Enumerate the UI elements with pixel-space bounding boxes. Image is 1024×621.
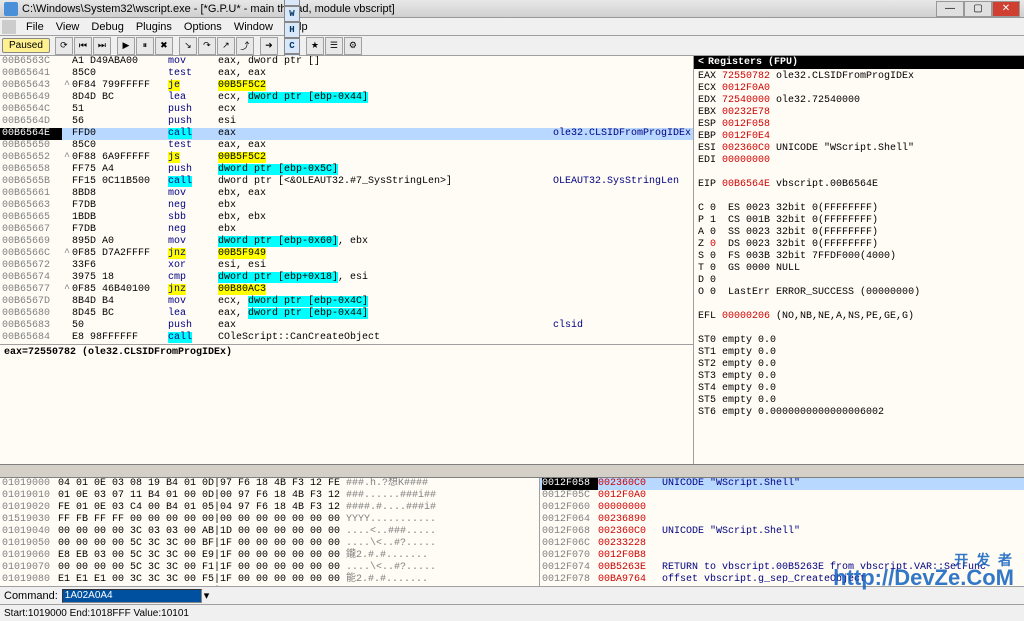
- disasm-row[interactable]: 00B6567D 8B4D B4 mov ecx, dword ptr [ebp…: [0, 296, 693, 308]
- disasm-row[interactable]: 00B65677 ^ 0F85 46B40100 jnz 00B80AC3: [0, 284, 693, 296]
- dropdown-icon[interactable]: ▾: [204, 589, 210, 602]
- stack-pane[interactable]: 0012F058 002360C0 UNICODE "WScript.Shell…: [540, 478, 1024, 586]
- forward-icon[interactable]: ⏭: [93, 37, 111, 55]
- registers-pane[interactable]: <Registers (FPU) EAX 72550782 ole32.CLSI…: [694, 56, 1024, 464]
- disasm-row[interactable]: 00B65652 ^ 0F88 6A9FFFFF js 00B5F5C2: [0, 152, 693, 164]
- star-icon[interactable]: ★: [306, 37, 324, 55]
- main-area: 00B6563C A1 D49ABA00 mov eax, dword ptr …: [0, 56, 1024, 464]
- disasm-row[interactable]: 00B65641 85C0 test eax, eax: [0, 68, 693, 80]
- disasm-row[interactable]: 00B65661 8BD8 mov ebx, eax: [0, 188, 693, 200]
- command-label: Command:: [4, 590, 58, 602]
- menu-bar: FileViewDebugPluginsOptionsWindowHelp: [0, 18, 1024, 36]
- stop-icon[interactable]: ✖: [155, 37, 173, 55]
- disasm-row[interactable]: 00B65658 FF75 A4 push dword ptr [ebp-0x5…: [0, 164, 693, 176]
- menu-window[interactable]: Window: [228, 21, 279, 33]
- title-bar: C:\Windows\System32\wscript.exe - [*G.P.…: [0, 0, 1024, 18]
- command-bar: Command: ▾: [0, 586, 1024, 604]
- tb-view-W[interactable]: W: [284, 6, 300, 22]
- stack-row[interactable]: 0012F05C 0012F0A0: [540, 490, 1024, 502]
- goto-icon[interactable]: ➜: [260, 37, 278, 55]
- disasm-row[interactable]: 00B65650 85C0 test eax, eax: [0, 140, 693, 152]
- stack-row[interactable]: 0012F058 002360C0 UNICODE "WScript.Shell…: [540, 478, 1024, 490]
- menu-options[interactable]: Options: [178, 21, 228, 33]
- disasm-row[interactable]: 00B6566C ^ 0F85 D7A2FFFF jnz 00B5F949: [0, 248, 693, 260]
- disasm-row[interactable]: 00B65669 895D A0 mov dword ptr [ebp-0x60…: [0, 236, 693, 248]
- mdi-icon: [2, 20, 16, 34]
- toolbar: Paused ⟳ ⏮ ⏭ ▶ ⏸ ✖ ↘ ↷ ↗ ⤴ ➜ LEMTWHC/KBR…: [0, 36, 1024, 56]
- maximize-button[interactable]: ▢: [964, 1, 992, 17]
- disasm-row[interactable]: 00B6564C 51 push ecx: [0, 104, 693, 116]
- disasm-row[interactable]: 00B65680 8D45 BC lea eax, dword ptr [ebp…: [0, 308, 693, 320]
- debug-status: Paused: [2, 38, 50, 53]
- status-text: Start:1019000 End:1018FFF Value:10101: [4, 608, 189, 619]
- menu-view[interactable]: View: [50, 21, 86, 33]
- disasm-row[interactable]: 00B65665 1BDB sbb ebx, ebx: [0, 212, 693, 224]
- stack-row[interactable]: 0012F06C 00233228: [540, 538, 1024, 550]
- disasm-row[interactable]: 00B65667 F7DB neg ebx: [0, 224, 693, 236]
- hex-row[interactable]: 0101900004 01 0E 03 08 19 B4 01 0D|97 F6…: [0, 478, 539, 490]
- disasm-row[interactable]: 00B6564D 56 push esi: [0, 116, 693, 128]
- restart-icon[interactable]: ⟳: [55, 37, 73, 55]
- minimize-button[interactable]: —: [936, 1, 964, 17]
- info-line: eax=72550782 (ole32.CLSIDFromProgIDEx): [0, 344, 693, 358]
- disasm-row[interactable]: 00B65684 E8 98FFFFFF call COleScript::Ca…: [0, 332, 693, 344]
- close-button[interactable]: ✕: [992, 1, 1020, 17]
- command-input[interactable]: [62, 589, 202, 603]
- stepout-icon[interactable]: ↗: [217, 37, 235, 55]
- hex-dump-pane[interactable]: 0101900004 01 0E 03 08 19 B4 01 0D|97 F6…: [0, 478, 540, 586]
- hex-row[interactable]: 01519030FF FB FF FF 00 00 00 00 00|00 00…: [0, 514, 539, 526]
- tb-view-H[interactable]: H: [284, 22, 300, 38]
- hex-row[interactable]: 0101901001 0E 03 07 11 B4 01 00 0D|00 97…: [0, 490, 539, 502]
- stack-row[interactable]: 0012F078 00BA9764 offset vbscript.g_sep_…: [540, 574, 1024, 586]
- disasm-row[interactable]: 00B65649 8D4D BC lea ecx, dword ptr [ebp…: [0, 92, 693, 104]
- hex-row[interactable]: 0101904000 00 00 00 3C 03 03 00 AB|1D 00…: [0, 526, 539, 538]
- menu-plugins[interactable]: Plugins: [130, 21, 178, 33]
- hex-row[interactable]: 01019060E8 EB 03 00 5C 3C 3C 00 E9|1F 00…: [0, 550, 539, 562]
- window-controls: — ▢ ✕: [936, 1, 1020, 17]
- ret-icon[interactable]: ⤴: [236, 37, 254, 55]
- disassembly-pane[interactable]: 00B6563C A1 D49ABA00 mov eax, dword ptr …: [0, 56, 694, 464]
- stack-row[interactable]: 0012F064 00236890: [540, 514, 1024, 526]
- hex-row[interactable]: 0101907000 00 00 00 5C 3C 3C 00 F1|1F 00…: [0, 562, 539, 574]
- tb-view-C[interactable]: C: [284, 38, 300, 54]
- hex-row[interactable]: 01019020FE 01 0E 03 C4 00 B4 01 05|04 97…: [0, 502, 539, 514]
- hex-row[interactable]: 0101905000 00 00 00 5C 3C 3C 00 BF|1F 00…: [0, 538, 539, 550]
- splitter-h[interactable]: [0, 464, 1024, 478]
- chevron-left-icon: <: [698, 57, 704, 68]
- hex-row[interactable]: 01019080E1 E1 E1 00 3C 3C 3C 00 F5|1F 00…: [0, 574, 539, 586]
- play-icon[interactable]: ▶: [117, 37, 135, 55]
- list-icon[interactable]: ☰: [325, 37, 343, 55]
- menu-file[interactable]: File: [20, 21, 50, 33]
- disasm-row[interactable]: 00B65674 3975 18 cmp dword ptr [ebp+0x18…: [0, 272, 693, 284]
- disasm-row[interactable]: 00B65672 33F6 xor esi, esi: [0, 260, 693, 272]
- stack-row[interactable]: 0012F070 0012F0B8: [540, 550, 1024, 562]
- registers-header[interactable]: <Registers (FPU): [694, 56, 1024, 69]
- disasm-row[interactable]: 00B6564E FFD0 call eax ole32.CLSIDFromPr…: [0, 128, 693, 140]
- disasm-row[interactable]: 00B6565B FF15 0C11B500 call dword ptr [<…: [0, 176, 693, 188]
- menu-debug[interactable]: Debug: [85, 21, 129, 33]
- rewind-icon[interactable]: ⏮: [74, 37, 92, 55]
- stack-row[interactable]: 0012F060 00000000: [540, 502, 1024, 514]
- bottom-panes: 0101900004 01 0E 03 08 19 B4 01 0D|97 F6…: [0, 478, 1024, 586]
- stack-row[interactable]: 0012F068 002360C0 UNICODE "WScript.Shell…: [540, 526, 1024, 538]
- pause-icon[interactable]: ⏸: [136, 37, 154, 55]
- stepover-icon[interactable]: ↷: [198, 37, 216, 55]
- stack-row[interactable]: 0012F074 00B5263E RETURN to vbscript.00B…: [540, 562, 1024, 574]
- disasm-row[interactable]: 00B6563C A1 D49ABA00 mov eax, dword ptr …: [0, 56, 693, 68]
- disasm-row[interactable]: 00B65683 50 push eax clsid: [0, 320, 693, 332]
- gear-icon[interactable]: ⚙: [344, 37, 362, 55]
- app-icon: [4, 2, 18, 16]
- stepinto-icon[interactable]: ↘: [179, 37, 197, 55]
- window-title: C:\Windows\System32\wscript.exe - [*G.P.…: [22, 3, 936, 15]
- disasm-row[interactable]: 00B65643 ^ 0F84 799FFFFF je 00B5F5C2: [0, 80, 693, 92]
- disasm-row[interactable]: 00B65663 F7DB neg ebx: [0, 200, 693, 212]
